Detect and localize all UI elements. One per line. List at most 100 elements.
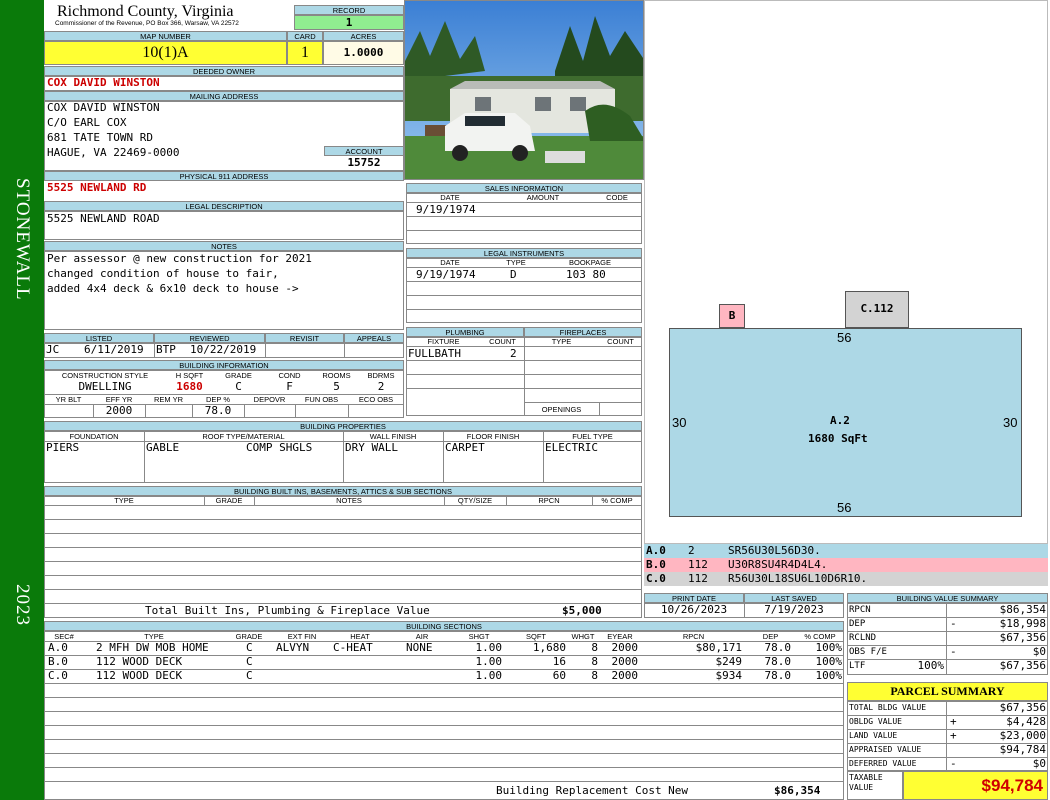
dep-pct-value: 78.0 (204, 404, 232, 417)
sec-label: SEC# (54, 632, 74, 641)
section-row-b-type: 112 WOOD DECK (96, 655, 183, 668)
sec-air-label: AIR (415, 632, 429, 641)
section-row-b-dep: 78.0 (764, 655, 792, 668)
eco-obs-label: ECO OBS (358, 395, 394, 404)
replacement-cost: $86,354 (774, 784, 821, 797)
instrument-type: D (510, 268, 517, 281)
sketch-dim-bottom: 56 (837, 500, 852, 515)
sec-extfin-label: EXT FIN (287, 632, 317, 641)
section-row-a-grade: C (246, 641, 253, 654)
physical-address-header: PHYSICAL 911 ADDRESS (44, 171, 404, 181)
acres-header: ACRES (323, 31, 404, 41)
grade-value: C (235, 380, 242, 393)
section-row-c-whgt: 8 (591, 669, 598, 682)
eff-yr-value: 2000 (105, 404, 133, 417)
bdrms-value: 2 (377, 380, 385, 393)
fireplace-type-label: TYPE (551, 337, 572, 346)
section-row-a-sqft: 1,680 (532, 641, 566, 654)
section-row-b-whgt: 8 (591, 655, 598, 668)
hsqft-value: 1680 (176, 380, 203, 393)
roof-label: ROOF TYPE/MATERIAL (202, 432, 285, 441)
instrument-date-label: DATE (440, 258, 460, 267)
section-row-a-type: 2 MFH DW MOB HOME (96, 641, 209, 654)
sketch-dim-top: 56 (837, 330, 852, 345)
section-row-a-rpcn: $80,171 (695, 641, 742, 654)
legend-b-code: 112 (688, 558, 708, 571)
mailing-line-2: C/O EARL COX (47, 116, 127, 129)
section-row-b-comp: 100% (815, 655, 843, 668)
section-row-a-comp: 100% (815, 641, 843, 654)
foundation-label: FOUNDATION (69, 432, 119, 441)
legend-c-code: 112 (688, 572, 708, 585)
section-row-c-dep: 78.0 (764, 669, 792, 682)
ps-appraised-value: $94,784 (999, 743, 1046, 756)
construction-style-label: CONSTRUCTION STYLE (61, 371, 149, 380)
fireplace-count-label: COUNT (607, 337, 634, 346)
builtin-type-label: TYPE (114, 496, 134, 505)
legend-b-sec: B.0 (646, 558, 666, 571)
section-row-b-sec: B.0 (48, 655, 68, 668)
sec-heat-label: HEAT (350, 632, 370, 641)
builtins-total-label: Total Built Ins, Plumbing & Fireplace Va… (145, 604, 430, 617)
sketch-dim-left: 30 (672, 415, 687, 430)
section-row-c-shgt: 1.00 (475, 669, 503, 682)
plumbing-header: PLUMBING (406, 327, 524, 337)
print-date-header: PRINT DATE (644, 593, 744, 603)
account-header: ACCOUNT (324, 146, 404, 156)
replacement-cost-label: Building Replacement Cost New (496, 784, 689, 797)
legend-a-code: 2 (688, 544, 695, 557)
sales-date-label: DATE (440, 193, 460, 202)
ps-deferred-value: $0 (1032, 757, 1046, 770)
map-number-header: MAP NUMBER (44, 31, 287, 41)
ps-obldg-label: OBLDG VALUE (849, 717, 902, 726)
section-row-c-sec: C.0 (48, 669, 68, 682)
rem-yr-label: REM YR (153, 395, 184, 404)
legend-a-sec: A.0 (646, 544, 666, 557)
yr-blt-label: YR BLT (55, 395, 82, 404)
sec-sqft-label: SQFT (526, 632, 546, 641)
builtin-grade-label: GRADE (215, 496, 243, 505)
sales-date: 9/19/1974 (416, 203, 476, 216)
instrument-bookpage-label: BOOKPAGE (569, 258, 611, 267)
ps-total-bldg-label: TOTAL BLDG VALUE (849, 703, 927, 712)
vs-rclnd-label: RCLND (849, 633, 877, 643)
ps-obldg-value: $4,428 (1006, 715, 1046, 728)
last-saved-header: LAST SAVED (744, 593, 844, 603)
sketch-dim-right: 30 (1003, 415, 1018, 430)
county-title: Richmond County, Virginia (57, 3, 234, 20)
account-number: 15752 (347, 156, 381, 169)
wall-finish-label: WALL FINISH (369, 432, 417, 441)
notes-line-2: changed condition of house to fair, (47, 267, 279, 280)
instrument-type-label: TYPE (506, 258, 526, 267)
vs-dep-value: $18,998 (999, 617, 1046, 630)
mailing-address-header: MAILING ADDRESS (44, 91, 404, 101)
eff-yr-label: EFF YR (105, 395, 133, 404)
sec-grade-label: GRADE (235, 632, 263, 641)
sec-rpcn-label: RPCN (682, 632, 705, 641)
section-row-c-eyear: 2000 (611, 669, 639, 682)
card-header: CARD (287, 31, 323, 41)
legal-instruments-header: LEGAL INSTRUMENTS (406, 248, 642, 258)
ps-land-value: $23,000 (999, 729, 1046, 742)
vs-obs-label: OBS F/E (849, 647, 887, 657)
legend-b-vectors: U30R8SU4R4D4L4. (728, 558, 828, 571)
sec-whgt-label: WHGT (571, 632, 595, 641)
section-row-c-type: 112 WOOD DECK (96, 669, 183, 682)
fuel-type-label: FUEL TYPE (572, 432, 613, 441)
fixture-label: FIXTURE (427, 337, 460, 346)
construction-style: DWELLING (78, 380, 132, 393)
section-row-c-grade: C (246, 669, 253, 682)
county-address: Commissioner of the Revenue, PO Box 366,… (55, 20, 239, 27)
grade-label: GRADE (225, 371, 252, 380)
section-row-a-whgt: 8 (591, 641, 598, 654)
floor-finish-label: FLOOR FINISH (466, 432, 520, 441)
section-row-c-comp: 100% (815, 669, 843, 682)
fixture-count-label: COUNT (489, 337, 516, 346)
builtin-qty-label: QTY/SIZE (457, 496, 493, 505)
section-row-a-sec: A.0 (48, 641, 68, 654)
cond-label: COND (278, 371, 301, 380)
print-date: 10/26/2023 (660, 603, 728, 616)
value-summary-header: BUILDING VALUE SUMMARY (847, 593, 1048, 603)
section-row-b-sqft: 16 (552, 655, 566, 668)
ps-land-label: LAND VALUE (849, 731, 898, 740)
